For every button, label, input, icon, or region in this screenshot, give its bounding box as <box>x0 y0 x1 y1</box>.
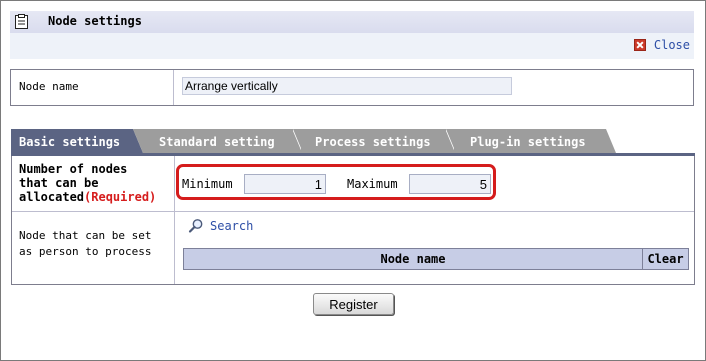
clipboard-icon <box>15 14 28 29</box>
node-name-row: Node name <box>10 69 694 106</box>
process-person-label-line2: as person to process <box>19 245 152 258</box>
tab-label: Standard setting <box>159 135 275 149</box>
allocation-label-line1: Number of nodes <box>19 162 128 176</box>
maximum-label: Maximum <box>347 177 398 191</box>
tab-label: Basic settings <box>19 135 121 149</box>
tab-label: Process settings <box>315 135 431 149</box>
tab-plugin-settings[interactable]: Plug-in settings <box>454 129 606 153</box>
node-table-header: Node name Clear <box>183 248 689 270</box>
node-settings-dialog: Node settings Close Node name Basic sett… <box>0 0 706 361</box>
register-button[interactable]: Register <box>313 293 394 315</box>
allocation-label-line3: allocated <box>19 190 85 204</box>
node-name-input[interactable] <box>182 77 512 95</box>
dialog-title: Node settings <box>48 14 142 28</box>
clear-button[interactable]: Clear <box>643 249 688 269</box>
settings-tabs: Basic settings Standard setting Process … <box>11 129 695 153</box>
node-name-label: Node name <box>19 80 79 93</box>
node-name-label-cell: Node name <box>11 70 174 105</box>
search-button[interactable]: Search <box>188 218 253 234</box>
tab-edge <box>606 129 616 153</box>
required-marker: (Required) <box>84 190 157 204</box>
tab-edge <box>133 129 143 153</box>
basic-settings-panel: Number of nodes that can be allocated(Re… <box>11 156 695 285</box>
tab-process-settings[interactable]: Process settings <box>301 129 446 153</box>
allocation-row: Number of nodes that can be allocated(Re… <box>12 156 694 212</box>
minimum-label: Minimum <box>182 177 233 191</box>
close-icon <box>633 39 646 51</box>
close-label: Close <box>653 38 690 52</box>
tab-label: Plug-in settings <box>470 135 586 149</box>
search-icon <box>188 218 204 234</box>
maximum-input[interactable] <box>409 174 491 194</box>
node-name-column-header: Node name <box>184 249 643 269</box>
close-button[interactable]: Close <box>633 38 690 52</box>
minimum-input[interactable] <box>244 174 326 194</box>
process-person-label-cell: Node that can be set as person to proces… <box>12 212 175 284</box>
tab-standard-setting[interactable]: Standard setting <box>143 129 293 153</box>
tab-basic-settings[interactable]: Basic settings <box>11 129 133 153</box>
process-person-label-line1: Node that can be set <box>19 229 152 242</box>
search-label: Search <box>210 219 254 233</box>
close-bar: Close <box>10 33 694 59</box>
title-bar: Node settings <box>10 11 694 33</box>
allocation-label-cell: Number of nodes that can be allocated(Re… <box>12 156 175 211</box>
allocation-label-line2: that can be <box>19 176 99 190</box>
